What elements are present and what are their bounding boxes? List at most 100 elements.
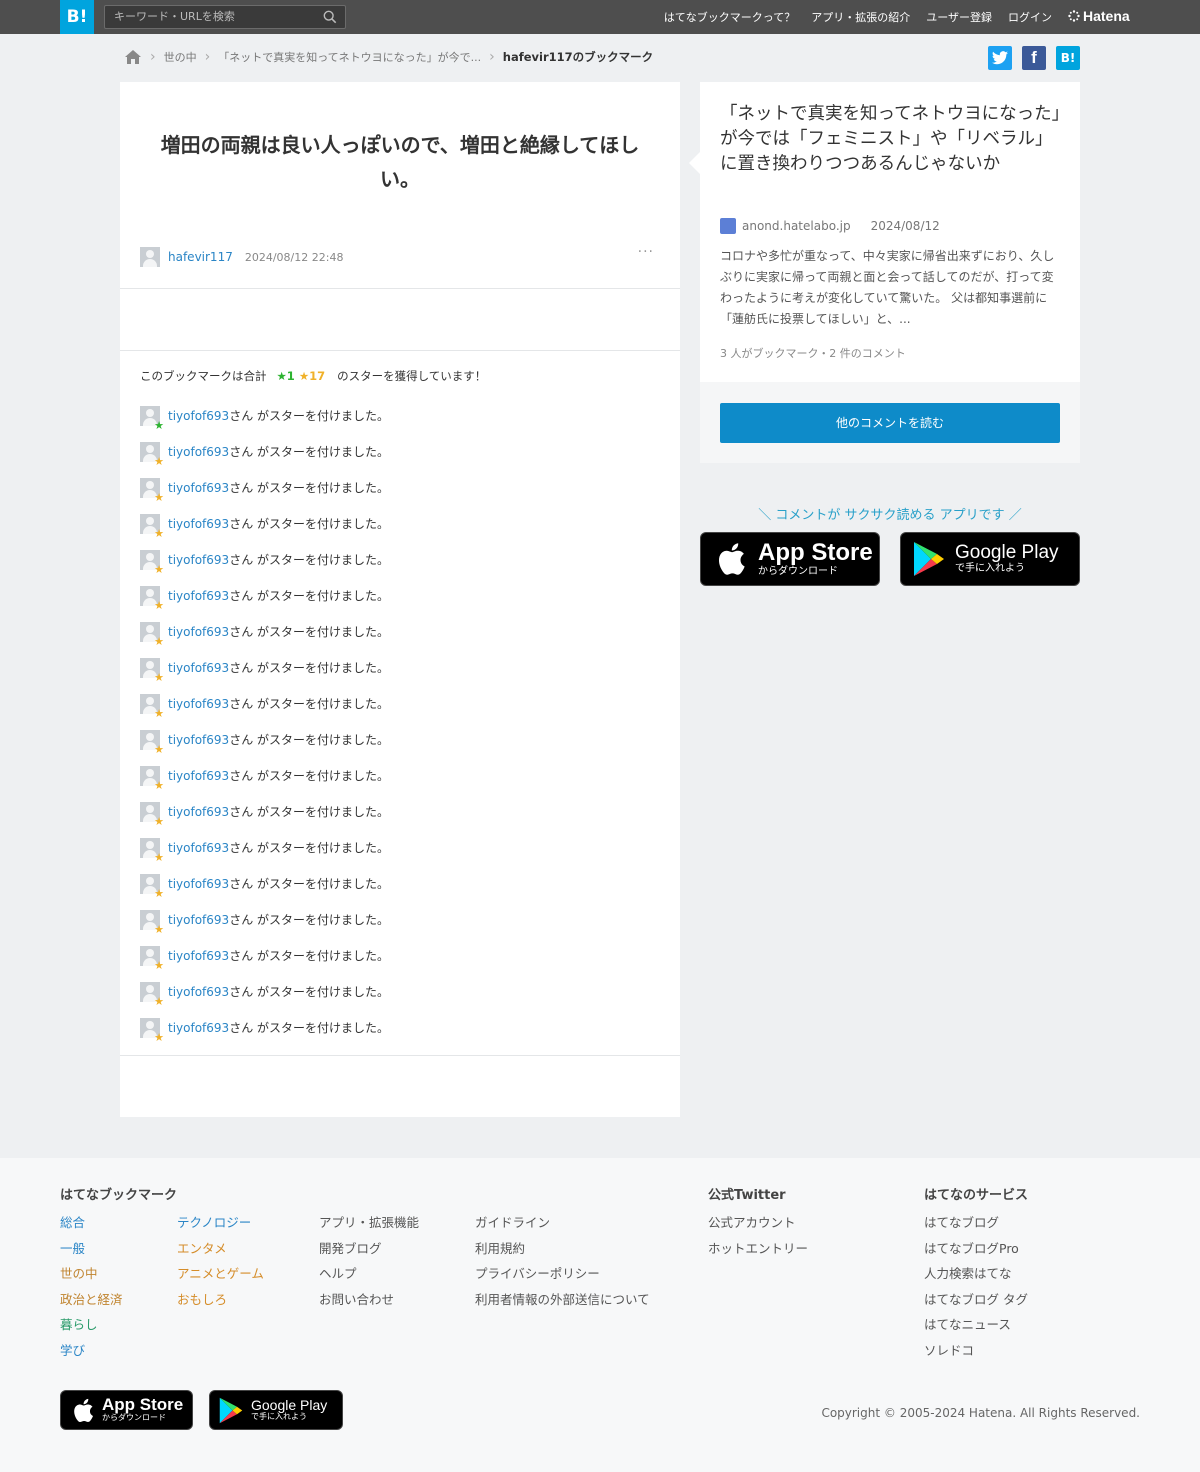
footer-service-link[interactable]: ソレドコ: [924, 1343, 1028, 1360]
footer-category-link[interactable]: アニメとゲーム: [177, 1266, 264, 1283]
star-giver-name[interactable]: tiyofof693: [168, 694, 229, 714]
star-giver-avatar[interactable]: ★: [140, 406, 164, 431]
footer-service-link[interactable]: はてなブログ タグ: [924, 1292, 1028, 1309]
search-icon[interactable]: [323, 10, 337, 24]
apple-icon: [74, 1398, 94, 1422]
star-giver-name[interactable]: tiyofof693: [168, 514, 229, 534]
star-giver-avatar[interactable]: ★: [140, 514, 164, 539]
footer-app-store-button[interactable]: App Store からダウンロード: [60, 1390, 193, 1430]
breadcrumb-category[interactable]: 世の中: [164, 49, 197, 65]
footer-twitter-links: 公式アカウント ホットエントリー: [708, 1215, 808, 1257]
footer-link[interactable]: 利用規約: [475, 1241, 650, 1258]
footer-link[interactable]: プライバシーポリシー: [475, 1266, 650, 1283]
footer-link[interactable]: アプリ・拡張機能: [319, 1215, 419, 1232]
footer-category-link[interactable]: 世の中: [60, 1266, 123, 1283]
author-name[interactable]: hafevir117: [168, 250, 233, 264]
more-options-icon[interactable]: ···: [638, 244, 654, 260]
star-giver-avatar[interactable]: ★: [140, 910, 164, 935]
bookmark-author: hafevir117 2024/08/12 22:48: [140, 247, 343, 267]
breadcrumb-entry[interactable]: 「ネットで真実を知ってネトウヨになった」が今で...: [218, 49, 481, 65]
entry-bookmark-count[interactable]: 3 人がブックマーク・2 件のコメント: [720, 345, 906, 361]
star-giver-avatar[interactable]: ★: [140, 838, 164, 863]
footer-category-link[interactable]: 総合: [60, 1215, 123, 1232]
star-giver-avatar[interactable]: ★: [140, 442, 164, 467]
bookmark-timestamp[interactable]: 2024/08/12 22:48: [245, 251, 344, 264]
star-giver-avatar[interactable]: ★: [140, 622, 164, 647]
star-giver-avatar[interactable]: ★: [140, 730, 164, 755]
hatena-bookmark-share-button[interactable]: B!: [1056, 46, 1080, 70]
footer-link[interactable]: 開発ブログ: [319, 1241, 419, 1258]
footer-google-play-button[interactable]: Google Play で手に入れよう: [209, 1390, 343, 1430]
star-giver-name[interactable]: tiyofof693: [168, 622, 229, 642]
star-giver-name[interactable]: tiyofof693: [168, 586, 229, 606]
nav-register[interactable]: ユーザー登録: [926, 9, 992, 25]
footer-category-link[interactable]: 暮らし: [60, 1317, 123, 1334]
star-giver-avatar[interactable]: ★: [140, 1018, 164, 1043]
read-comments-button[interactable]: 他のコメントを読む: [720, 403, 1060, 443]
avatar[interactable]: [140, 247, 160, 267]
star-giver-avatar[interactable]: ★: [140, 946, 164, 971]
star-giver-avatar[interactable]: ★: [140, 694, 164, 719]
footer-category-link[interactable]: 一般: [60, 1241, 123, 1258]
google-play-button[interactable]: Google Play で手に入れよう: [900, 532, 1080, 586]
footer-link[interactable]: ヘルプ: [319, 1266, 419, 1283]
star-giver-name[interactable]: tiyofof693: [168, 1018, 229, 1038]
star-icon: ★: [154, 743, 164, 756]
footer-service-link[interactable]: 人力検索はてな: [924, 1266, 1028, 1283]
star-summary: このブックマークは合計 ★1 ★17 のスターを獲得しています！: [140, 368, 486, 384]
star-giver-name[interactable]: tiyofof693: [168, 442, 229, 462]
nav-login[interactable]: ログイン: [1008, 9, 1052, 25]
footer-link[interactable]: ガイドライン: [475, 1215, 650, 1232]
nav-about[interactable]: はてなブックマークって？: [664, 9, 795, 25]
footer-category-link[interactable]: 政治と経済: [60, 1292, 123, 1309]
footer-category-link[interactable]: 学び: [60, 1343, 123, 1360]
hatena-bookmark-logo[interactable]: B!: [60, 0, 94, 34]
star-giver-name[interactable]: tiyofof693: [168, 946, 229, 966]
star-giver-avatar[interactable]: ★: [140, 982, 164, 1007]
star-giver-name[interactable]: tiyofof693: [168, 766, 229, 786]
facebook-share-button[interactable]: f: [1022, 46, 1046, 70]
footer-link[interactable]: 利用者情報の外部送信について: [475, 1292, 650, 1309]
entry-domain[interactable]: anond.hatelabo.jp: [742, 219, 851, 233]
star-giver-avatar[interactable]: ★: [140, 586, 164, 611]
star-giver-name[interactable]: tiyofof693: [168, 910, 229, 930]
star-giver-avatar[interactable]: ★: [140, 658, 164, 683]
footer-categories: テクノロジー エンタメアニメとゲーム おもしろ: [177, 1215, 264, 1308]
hatena-logo[interactable]: Hatena: [1068, 8, 1130, 24]
star-giver-avatar[interactable]: ★: [140, 766, 164, 791]
star-giver-name[interactable]: tiyofof693: [168, 802, 229, 822]
footer-category-link[interactable]: エンタメ: [177, 1241, 264, 1258]
footer-service-link[interactable]: はてなブログPro: [924, 1241, 1028, 1258]
footer-twitter-link[interactable]: ホットエントリー: [708, 1241, 808, 1258]
star-giver-name[interactable]: tiyofof693: [168, 730, 229, 750]
footer-link[interactable]: お問い合わせ: [319, 1292, 419, 1309]
star-giver-avatar[interactable]: ★: [140, 550, 164, 575]
footer-service-link[interactable]: はてなニュース: [924, 1317, 1028, 1334]
entry-title[interactable]: 「ネットで真実を知ってネトウヨになった」が今では「フェミニスト」や「リベラル」に…: [720, 102, 1065, 177]
home-icon[interactable]: [124, 49, 142, 65]
star-giver-avatar[interactable]: ★: [140, 478, 164, 503]
star-giver-name[interactable]: tiyofof693: [168, 874, 229, 894]
search-input[interactable]: キーワード・URLを検索: [104, 5, 346, 29]
star-list: ★ tiyofof693 さん がスターを付けました。 ★ tiyofof693 さん が…: [140, 406, 389, 1054]
twitter-share-button[interactable]: [988, 46, 1012, 70]
star-giver-name[interactable]: tiyofof693: [168, 982, 229, 1002]
star-giver-name[interactable]: tiyofof693: [168, 838, 229, 858]
comments-section: 他のコメントを読む: [700, 382, 1080, 463]
footer-service-link[interactable]: はてなブログ: [924, 1215, 1028, 1232]
header-nav: はてなブックマークって？ アプリ・拡張の紹介 ユーザー登録 ログイン: [664, 0, 1052, 34]
footer-category-link[interactable]: おもしろ: [177, 1292, 264, 1309]
star-giver-name[interactable]: tiyofof693: [168, 406, 229, 426]
footer-twitter-link[interactable]: 公式アカウント: [708, 1215, 808, 1232]
star-giver-avatar[interactable]: ★: [140, 802, 164, 827]
nav-apps[interactable]: アプリ・拡張の紹介: [811, 9, 910, 25]
star-row: ★ tiyofof693 さん がスターを付けました。: [140, 910, 389, 946]
star-giver-name[interactable]: tiyofof693: [168, 550, 229, 570]
footer-category-link[interactable]: テクノロジー: [177, 1215, 264, 1232]
star-row: ★ tiyofof693 さん がスターを付けました。: [140, 838, 389, 874]
star-giver-avatar[interactable]: ★: [140, 874, 164, 899]
app-store-button[interactable]: App Store からダウンロード: [700, 532, 880, 586]
star-giver-name[interactable]: tiyofof693: [168, 478, 229, 498]
star-message: さん がスターを付けました。: [229, 661, 390, 675]
star-giver-name[interactable]: tiyofof693: [168, 658, 229, 678]
